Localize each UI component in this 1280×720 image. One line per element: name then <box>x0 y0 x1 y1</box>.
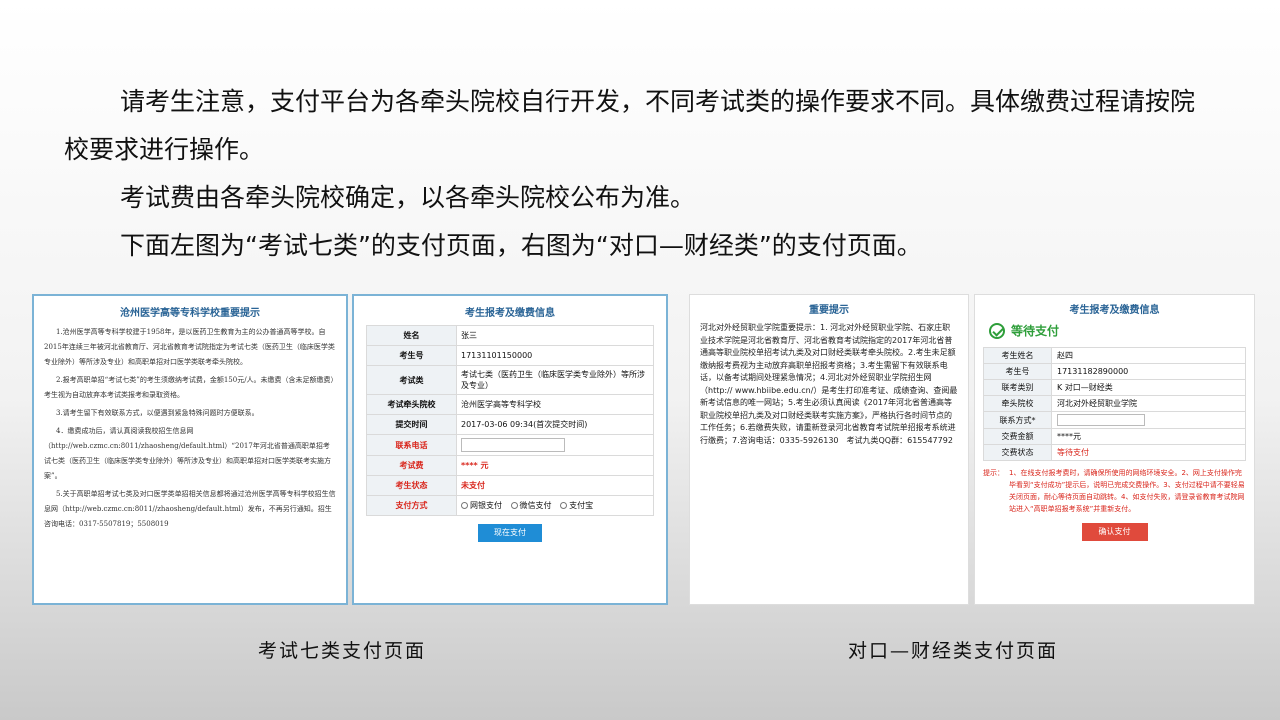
status-label: 交费状态 <box>983 444 1052 461</box>
fee-label: 考试费 <box>366 455 457 476</box>
fee-value: ****元 <box>1051 428 1246 445</box>
table-row: 考生状态 未支付 <box>366 475 654 496</box>
table-row: 牵头院校 河北对外经贸职业学院 <box>983 395 1246 412</box>
intro-text: 请考生注意，支付平台为各牵头院校自行开发，不同考试类的操作要求不同。具体缴费过程… <box>64 78 1214 270</box>
contact-cell <box>1051 411 1246 429</box>
radio-icon <box>510 502 518 509</box>
table-row: 考生姓名 赵四 <box>983 347 1246 364</box>
right-caption: 对口—财经类支付页面 <box>848 640 1059 662</box>
row-value: 17131182890000 <box>1051 363 1246 380</box>
right-info-table: 考生姓名 赵四 考生号 17131182890000 联考类别 K 对口—财经类… <box>983 347 1246 461</box>
row-value: 河北对外经贸职业学院 <box>1051 395 1246 412</box>
row-value: 赵四 <box>1051 347 1246 364</box>
row-value: 17131101150000 <box>456 345 654 366</box>
row-value: 2017-03-06 09:34(首次提交时间) <box>456 414 654 435</box>
left-notice-p4: 4．缴费成功后，请认真阅读我校招生信息网（http://web.czmc.cn:… <box>44 427 331 480</box>
right-notice-body: 河北对外经贸职业学院重要提示：1. 河北对外经贸职业学院、石家庄职业技术学院是河… <box>700 323 958 445</box>
contact-label: 联系方式* <box>983 411 1052 429</box>
left-notice-p5: 5.关于高职单招考试七类及对口医学类单招相关信息都将通过沧州医学高等专科学校招生… <box>44 490 336 528</box>
row-value: 张三 <box>456 325 654 346</box>
table-row: 考生号 17131182890000 <box>983 363 1246 380</box>
row-label: 考生号 <box>366 345 457 366</box>
confirm-pay-button[interactable]: 确认支付 <box>1081 523 1148 541</box>
left-notice-p3: 3.请考生留下有效联系方式，以便遇到紧急特殊问题时方便联系。 <box>56 409 259 417</box>
table-row: 联考类别 K 对口—财经类 <box>983 379 1246 396</box>
payment-tips: 提示： 1、在线支付报考费时，请确保所使用的网络环境安全。2、网上支付操作完毕看… <box>983 467 1246 515</box>
pay-method-label: 支付方式 <box>366 495 457 516</box>
check-circle-icon <box>989 322 1005 339</box>
row-value: K 对口—财经类 <box>1051 379 1246 396</box>
right-payment-panel: 考生报考及缴费信息 等待支付 考生姓名 赵四 考生号 1713118289000… <box>974 294 1255 605</box>
status-label: 考生状态 <box>366 475 457 496</box>
table-row: 联系电话 <box>366 434 654 456</box>
table-row: 考试费 **** 元 <box>366 455 654 476</box>
table-row: 联系方式* <box>983 411 1246 429</box>
left-info-table: 姓名 张三 考生号 17131101150000 考试类 考试七类（医药卫生（临… <box>366 325 654 516</box>
right-notice-title: 重要提示 <box>809 305 849 316</box>
row-label: 牵头院校 <box>983 395 1052 412</box>
tips-heading: 提示： <box>983 469 1004 477</box>
left-notice-panel: 沧州医学高等专科学校重要提示 1.沧州医学高等专科学校建于1958年，是以医药卫… <box>32 294 348 605</box>
pay-option-label: 支付宝 <box>569 501 594 510</box>
row-label: 考试类 <box>366 365 457 395</box>
table-row: 提交时间 2017-03-06 09:34(首次提交时间) <box>366 414 654 435</box>
table-row: 姓名 张三 <box>366 325 654 346</box>
waiting-label: 等待支付 <box>1011 324 1060 338</box>
left-payment-panel: 考生报考及缴费信息 姓名 张三 考生号 17131101150000 考试类 考… <box>352 294 668 605</box>
table-row: 支付方式 网银支付 微信支付 支付宝 <box>366 495 654 516</box>
left-notice-p2: 2.报考高职单招“考试七类”的考生须缴纳考试费，金额150元/人。未缴费（含未足… <box>44 376 335 399</box>
status-value: 等待支付 <box>1051 444 1246 461</box>
left-notice-p1: 1.沧州医学高等专科学校建于1958年，是以医药卫生教育为主的公办普通高等学校。… <box>44 328 335 366</box>
status-value: 未支付 <box>456 475 654 496</box>
left-caption: 考试七类支付页面 <box>258 640 427 662</box>
row-label: 考生姓名 <box>983 347 1052 364</box>
pay-option-label: 网银支付 <box>470 501 502 510</box>
left-notice-title: 沧州医学高等专科学校重要提示 <box>120 308 260 319</box>
right-notice-panel: 重要提示 河北对外经贸职业学院重要提示：1. 河北对外经贸职业学院、石家庄职业技… <box>689 294 969 605</box>
pay-now-button[interactable]: 现在支付 <box>478 524 542 542</box>
table-row: 交费金额 ****元 <box>983 428 1246 445</box>
tips-body: 1、在线支付报考费时，请确保所使用的网络环境安全。2、网上支付操作完毕看到“支付… <box>1009 469 1245 513</box>
pay-option-bank[interactable]: 网银支付 <box>461 501 502 510</box>
table-row: 考试牵头院校 沧州医学高等专科学校 <box>366 394 654 415</box>
left-form-title: 考生报考及缴费信息 <box>465 308 555 319</box>
intro-line-1: 请考生注意，支付平台为各牵头院校自行开发，不同考试类的操作要求不同。具体缴费过程… <box>64 87 1196 164</box>
table-row: 考生号 17131101150000 <box>366 345 654 366</box>
contact-cell <box>456 434 654 456</box>
contact-input[interactable] <box>1057 414 1145 426</box>
pay-method-options: 网银支付 微信支付 支付宝 <box>456 495 654 516</box>
row-label: 姓名 <box>366 325 457 346</box>
pay-option-label: 微信支付 <box>519 501 552 510</box>
radio-icon <box>461 502 468 509</box>
right-form-title: 考生报考及缴费信息 <box>1069 305 1160 316</box>
radio-icon <box>560 502 568 509</box>
contact-phone-input[interactable] <box>461 438 565 452</box>
pay-option-alipay[interactable]: 支付宝 <box>560 501 593 510</box>
row-value: 考试七类（医药卫生（临床医学类专业除外）等所涉及专业） <box>456 365 654 395</box>
contact-label: 联系电话 <box>366 434 457 456</box>
intro-line-2: 考试费由各牵头院校确定，以各牵头院校公布为准。 <box>120 183 696 212</box>
row-label: 提交时间 <box>366 414 457 435</box>
fee-value: **** 元 <box>456 455 654 476</box>
row-label: 考生号 <box>983 363 1052 380</box>
pay-option-wechat[interactable]: 微信支付 <box>510 501 552 510</box>
left-notice-body: 1.沧州医学高等专科学校建于1958年，是以医药卫生教育为主的公办普通高等学校。… <box>44 325 336 532</box>
waiting-status: 等待支付 <box>989 322 1246 339</box>
table-row: 考试类 考试七类（医药卫生（临床医学类专业除外）等所涉及专业） <box>366 365 654 395</box>
row-label: 考试牵头院校 <box>366 394 457 415</box>
row-value: 沧州医学高等专科学校 <box>456 394 654 415</box>
fee-label: 交费金额 <box>983 428 1052 445</box>
row-label: 联考类别 <box>983 379 1052 396</box>
intro-line-3: 下面左图为“考试七类”的支付页面，右图为“对口—财经类”的支付页面。 <box>120 231 922 260</box>
table-row: 交费状态 等待支付 <box>983 444 1246 461</box>
